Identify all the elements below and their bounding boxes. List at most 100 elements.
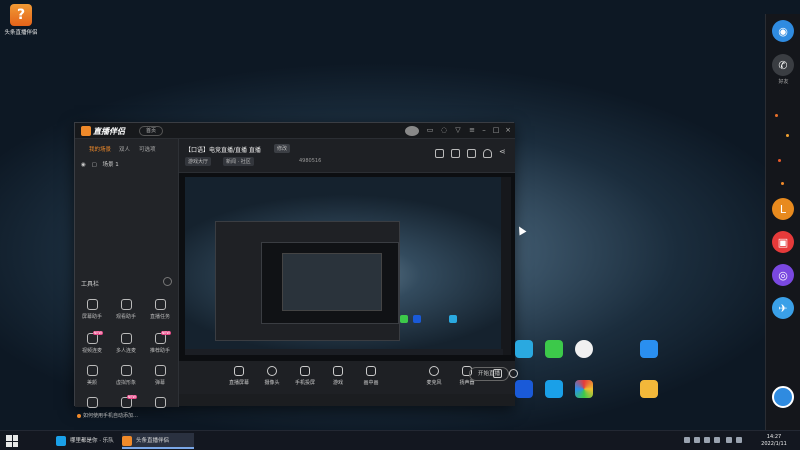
nested-app-icon <box>400 315 408 323</box>
tray-icon[interactable] <box>694 437 700 443</box>
decor-dot <box>778 159 781 162</box>
qq-icon <box>575 340 593 358</box>
nested-app-icon <box>449 315 457 323</box>
lock-icon[interactable]: ▢ <box>92 162 97 168</box>
microphone-button[interactable]: 麦克风 <box>419 366 449 386</box>
music-app-icon <box>56 436 66 446</box>
tool-item-10[interactable] <box>77 397 107 408</box>
modify-button[interactable]: 修改 <box>274 144 291 153</box>
taskbar-item-music[interactable]: 哪里都是你 · 乐队 <box>56 433 116 449</box>
decor-dot <box>781 182 784 185</box>
source-screen-button[interactable]: 直播屏幕 <box>224 366 254 386</box>
tip-bar[interactable]: 如何使用手机自动添加… <box>75 410 179 422</box>
home-button[interactable]: 首页 <box>139 126 163 136</box>
source-phone-button[interactable]: 手机投屏 <box>290 366 320 386</box>
shirt-icon[interactable]: ▽ <box>453 126 463 134</box>
coin-icon[interactable]: L <box>772 198 794 220</box>
tools-more-icon[interactable] <box>163 277 172 286</box>
room-tag-sub[interactable]: 新闻 · 社区 <box>223 157 254 166</box>
tab-dual[interactable]: 双人 <box>119 145 130 153</box>
room-tag-category[interactable]: 游戏大厅 <box>185 157 212 166</box>
lock-icon[interactable] <box>451 149 460 158</box>
desktop-app-lock[interactable] <box>637 340 661 360</box>
live-preview[interactable] <box>179 173 515 361</box>
tab-my-scenes[interactable]: 我的场景 <box>89 145 111 153</box>
tool-beauty[interactable]: 美颜 <box>77 365 107 386</box>
group-icon <box>120 333 132 344</box>
beauty-icon <box>86 365 98 376</box>
tool-watch-assistant[interactable]: 观看助手 <box>111 299 141 320</box>
desktop-app-m[interactable] <box>542 380 566 400</box>
network-icon[interactable] <box>726 437 732 443</box>
menu-icon[interactable]: ≡ <box>467 126 477 134</box>
taskbar-item-live-companion[interactable]: 头条直播伴侣 <box>122 433 194 449</box>
scene-row[interactable]: ◉ ▢ 场景 1 <box>81 160 119 168</box>
volume-icon[interactable] <box>736 437 742 443</box>
clock[interactable]: 14:27 2022/1/11 <box>760 434 788 448</box>
decor-dot <box>775 114 778 117</box>
tray-icon[interactable] <box>684 437 690 443</box>
title-bar: 直播伴侣 首页 ▭ ◌ ▽ ≡ – □ × <box>75 123 515 139</box>
tray-icon[interactable] <box>704 437 710 443</box>
gift-icon[interactable]: ▣ <box>772 231 794 253</box>
source-pip-button[interactable]: 画中画 <box>356 366 386 386</box>
left-panel: 我的场景 双人 可选项 ◉ ▢ 场景 1 工具栏 屏幕助手 观看助手 直播任务 … <box>75 139 179 419</box>
desktop-icon-live-companion[interactable]: ? 头条直播伴侣 <box>4 4 38 36</box>
camera-icon[interactable]: ◉ <box>772 20 794 42</box>
paper-plane-icon[interactable]: ✈ <box>772 297 794 319</box>
tool-item-12[interactable] <box>145 397 175 408</box>
desktop-icon-label: 头条直播伴侣 <box>4 30 38 36</box>
desktop-app-wechat[interactable] <box>542 340 566 360</box>
gift-icon[interactable] <box>467 149 476 158</box>
live-companion-app-icon <box>122 436 132 446</box>
phone-icon[interactable]: ✆ <box>772 54 794 76</box>
screen-icon <box>86 397 98 408</box>
settings-icon[interactable] <box>509 369 518 378</box>
tool-video-link[interactable]: NEW 视频连麦 <box>77 331 107 354</box>
start-button[interactable] <box>6 435 18 447</box>
desktop-app-game[interactable] <box>637 380 661 400</box>
box-icon[interactable] <box>435 149 444 158</box>
skin-icon[interactable]: ◌ <box>439 126 449 134</box>
tool-recommend[interactable]: NEW 推荐助手 <box>145 331 175 354</box>
bell-icon[interactable] <box>483 149 492 158</box>
nested-desktop-preview <box>185 177 511 355</box>
tool-screen-assistant[interactable]: 屏幕助手 <box>77 299 107 320</box>
desktop-app-qq[interactable] <box>572 340 596 360</box>
tool-item-11[interactable]: NEW <box>111 395 141 408</box>
tray-icon[interactable] <box>714 437 720 443</box>
start-live-button[interactable]: 开始直播 <box>469 367 509 381</box>
tool-live-task[interactable]: 直播任务 <box>145 299 175 320</box>
target-icon[interactable]: ◎ <box>772 264 794 286</box>
nested-window-inner <box>261 242 399 324</box>
desktop-app[interactable] <box>512 340 536 360</box>
desktop-app-rent[interactable] <box>512 380 536 400</box>
tab-options[interactable]: 可选项 <box>139 145 156 153</box>
close-icon[interactable]: × <box>503 126 513 134</box>
source-game-button[interactable]: 游戏 <box>323 366 353 386</box>
maximize-icon[interactable]: □ <box>491 126 501 134</box>
minimize-icon[interactable]: – <box>479 126 489 134</box>
tool-danmaku[interactable]: 弹幕 <box>145 365 175 386</box>
user-icon <box>120 299 132 310</box>
game-icon <box>640 380 658 398</box>
avatar[interactable] <box>405 126 419 136</box>
tool-avatar[interactable]: 虚拟形象 <box>111 365 141 386</box>
microphone-icon <box>429 366 439 376</box>
phone-icon <box>300 366 310 376</box>
message-icon[interactable]: ▭ <box>425 126 435 134</box>
task-icon <box>154 299 166 310</box>
eye-icon[interactable]: ◉ <box>81 162 86 168</box>
live-companion-window: 直播伴侣 首页 ▭ ◌ ▽ ≡ – □ × 我的场景 双人 可选项 ◉ ▢ 场景… <box>74 122 518 419</box>
desktop-app-color[interactable] <box>572 380 596 400</box>
share-icon[interactable]: ⋖ <box>499 147 508 156</box>
download-icon <box>154 397 166 408</box>
account-icon[interactable] <box>772 386 794 408</box>
source-camera-button[interactable]: 摄像头 <box>257 366 287 386</box>
pip-icon <box>366 366 376 376</box>
app-icon <box>515 340 533 358</box>
nested-side-bar <box>501 177 511 355</box>
source-toolbar: 直播屏幕 摄像头 手机投屏 游戏 画中画 麦克风 扬声器 <box>179 361 518 394</box>
tip-dot-icon <box>77 414 81 418</box>
tool-multi-link[interactable]: 多人连麦 <box>111 333 141 354</box>
